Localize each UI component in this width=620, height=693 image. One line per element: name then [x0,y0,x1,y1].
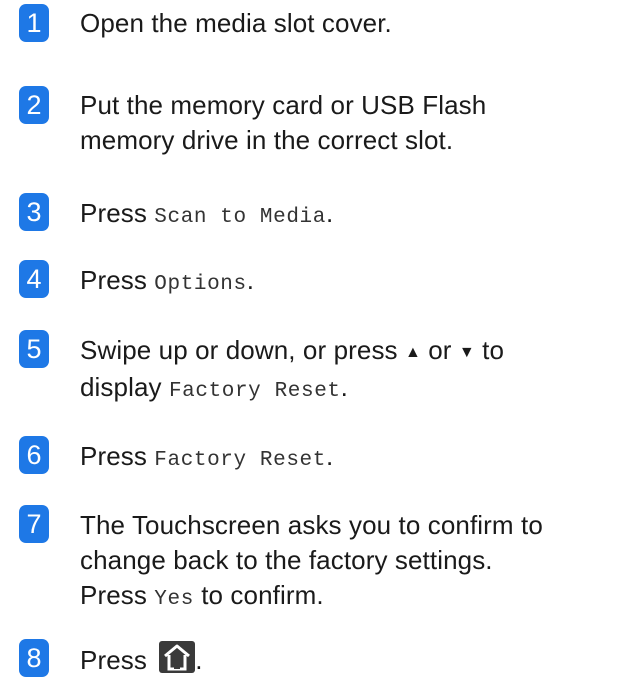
step-text: Press Factory Reset. [80,441,334,472]
screen-label: Factory Reset [168,380,341,403]
step-number-badge: 3 [19,193,49,231]
step-text: Swipe up or down, or press ▲ or ▼ to dis… [80,335,505,403]
down-arrow-icon: ▼ [458,344,475,361]
screen-label: Scan to Media [154,206,326,229]
step-text: Open the media slot cover. [80,8,392,38]
step-number-badge: 7 [19,505,49,543]
step-number-badge: 6 [19,436,49,474]
screen-label: Factory Reset [154,449,326,472]
step-text: The Touchscreen asks you to confirm to c… [80,510,543,611]
home-icon [159,641,196,673]
step-number-badge: 8 [19,639,49,677]
step-text: Press . [80,641,610,678]
screen-label: Yes [154,588,194,611]
step-number-badge: 4 [19,260,49,298]
instruction-steps: 1 Open the media slot cover. 2 Put the m… [0,0,620,693]
step-number-badge: 5 [19,330,49,368]
step-text: Press Scan to Media. [80,198,334,229]
up-arrow-icon: ▲ [404,344,421,361]
step-text: Press Options. [80,265,255,296]
screen-label: Options [154,273,247,296]
step-number-badge: 1 [19,4,49,42]
step-text: Put the memory card or USB Flash memory … [80,90,487,155]
step-number-badge: 2 [19,86,49,124]
